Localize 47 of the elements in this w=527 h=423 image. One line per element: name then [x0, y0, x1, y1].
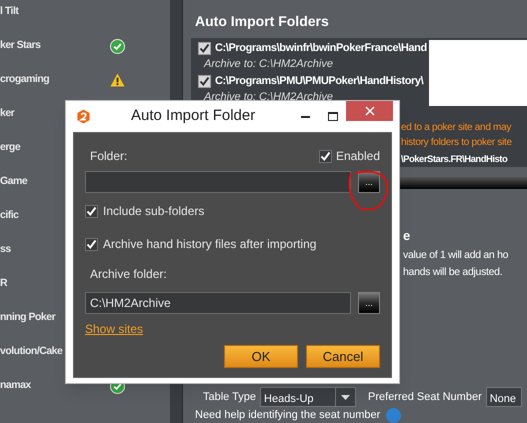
- sidebar-item[interactable]: crogaming: [0, 72, 110, 88]
- sidebar-item[interactable]: l Tilt: [0, 4, 110, 20]
- maximize-icon: [328, 112, 338, 121]
- sidebar-item[interactable]: ker Stars: [0, 38, 110, 54]
- checkbox-label: Include sub-folders: [103, 203, 204, 220]
- section-title: e: [403, 227, 412, 245]
- folder-input-field[interactable]: [85, 171, 351, 193]
- dropdown-value: Heads-Up: [263, 392, 315, 406]
- browse-button[interactable]: ...: [358, 292, 380, 314]
- sidebar-item[interactable]: namax: [0, 378, 110, 394]
- archive-input-field[interactable]: C:\HM2Archive: [85, 292, 351, 314]
- description-text: value of 1 will add an ho: [403, 248, 508, 263]
- check-circle-icon: [110, 38, 125, 54]
- folder-path: \PokerStars.FR\HandHisto: [401, 153, 508, 167]
- notice-text: history folders to poker site: [401, 136, 512, 150]
- folder-path: C:\Programs\PMU\PMUPoker\HandHistory\: [215, 74, 424, 89]
- dialog-button[interactable]: OK: [224, 345, 298, 368]
- checkbox[interactable]: [318, 150, 332, 162]
- help-text: Need help identifying the seat number: [195, 409, 380, 422]
- checkbox[interactable]: [198, 42, 211, 54]
- folder-path: C:\Programs\bwinfr\bwinPokerFrance\Hand: [215, 40, 427, 56]
- browse-button[interactable]: ...: [358, 171, 380, 193]
- seat-dropdown[interactable]: None: [486, 387, 522, 407]
- field-label: Folder:: [90, 148, 128, 165]
- dialog-button[interactable]: Cancel: [306, 345, 380, 368]
- checkbox[interactable]: [85, 238, 98, 250]
- app-logo-icon: [76, 109, 91, 124]
- description-text: hands will be adjusted.: [403, 265, 502, 280]
- close-icon: [364, 106, 374, 116]
- minimize-icon: [300, 116, 310, 118]
- caret-icon: [341, 394, 350, 400]
- checkbox-label: Archive hand history files after importing: [103, 236, 316, 253]
- show-sites-link[interactable]: Show sites: [85, 320, 144, 338]
- warning-icon: [110, 73, 125, 87]
- notice-text: ed to a poker site and may: [401, 121, 512, 135]
- checkbox[interactable]: [198, 74, 211, 88]
- archive-path: Archive to: C:\HM2Archive: [204, 90, 334, 105]
- section-title: Auto Import Folders: [195, 12, 330, 31]
- dialog-title: Auto Import Folder: [131, 106, 256, 126]
- field-label: Table Type: [203, 390, 256, 405]
- table-type-dropdown[interactable]: Heads-Up: [260, 387, 356, 407]
- field-label: Archive folder:: [89, 266, 168, 283]
- archive-path: Archive to: C:\HM2Archive: [204, 57, 334, 72]
- checkbox-label: Enabled: [336, 148, 380, 165]
- close-button[interactable]: [346, 101, 393, 121]
- checkbox[interactable]: [85, 204, 98, 218]
- field-label: Preferred Seat Number: [368, 390, 482, 405]
